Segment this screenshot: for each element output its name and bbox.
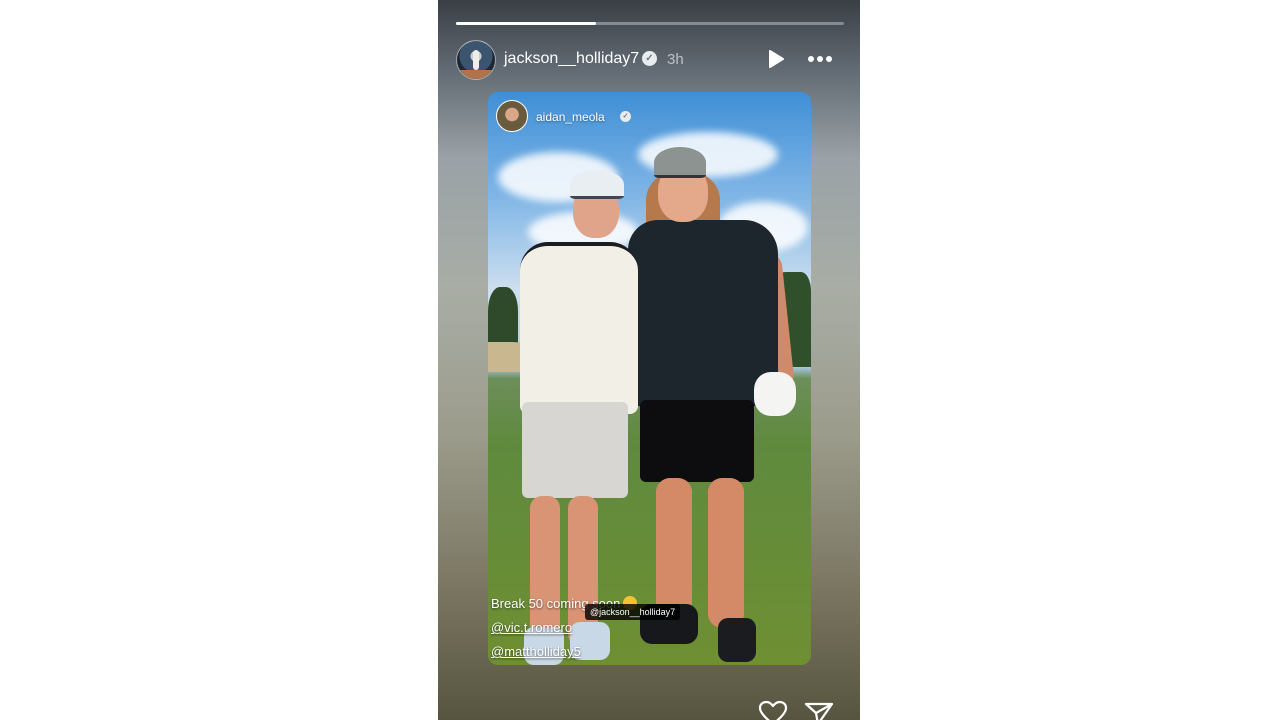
play-icon[interactable] bbox=[766, 49, 786, 69]
story-progress-bar bbox=[456, 22, 844, 25]
golfer-right-cap bbox=[654, 147, 706, 178]
user-tag[interactable]: @jackson__holliday7 bbox=[585, 604, 681, 620]
mention-link[interactable]: @vic.t.romero bbox=[491, 620, 572, 635]
verified-badge-icon: ✓ bbox=[642, 51, 657, 66]
shared-verified-badge-icon: ✓ bbox=[620, 111, 631, 122]
author-username[interactable]: jackson__holliday7 bbox=[504, 50, 639, 68]
author-avatar[interactable] bbox=[456, 40, 496, 80]
avatar-field bbox=[457, 70, 495, 79]
golfer-right-shorts bbox=[640, 400, 754, 482]
golfer-left-cap bbox=[570, 170, 624, 199]
mention-link[interactable]: @mattholliday5 bbox=[491, 644, 581, 659]
golfer-right-shirt bbox=[628, 220, 778, 406]
shared-author-avatar[interactable] bbox=[496, 100, 528, 132]
shared-author-username[interactable]: aidan_meola bbox=[536, 110, 605, 124]
golfer-right-shoe bbox=[718, 618, 756, 662]
send-icon[interactable] bbox=[804, 700, 834, 720]
golf-glove bbox=[754, 372, 796, 416]
golfer-left-shorts bbox=[522, 402, 628, 498]
story-progress-fill bbox=[456, 22, 596, 25]
story-viewer[interactable]: jackson__holliday7 ✓ 3h aidan_meola ✓ Br… bbox=[438, 0, 860, 720]
heart-icon[interactable] bbox=[758, 700, 788, 720]
more-options-icon[interactable] bbox=[806, 48, 834, 70]
avatar-player bbox=[473, 50, 479, 70]
post-time: 3h bbox=[667, 51, 684, 68]
trees bbox=[488, 287, 518, 347]
golfer-left-shirt bbox=[520, 242, 638, 414]
shared-post-photo[interactable]: aidan_meola ✓ Break 50 coming soon @vic.… bbox=[488, 92, 811, 665]
golfer-right-leg bbox=[708, 478, 744, 628]
